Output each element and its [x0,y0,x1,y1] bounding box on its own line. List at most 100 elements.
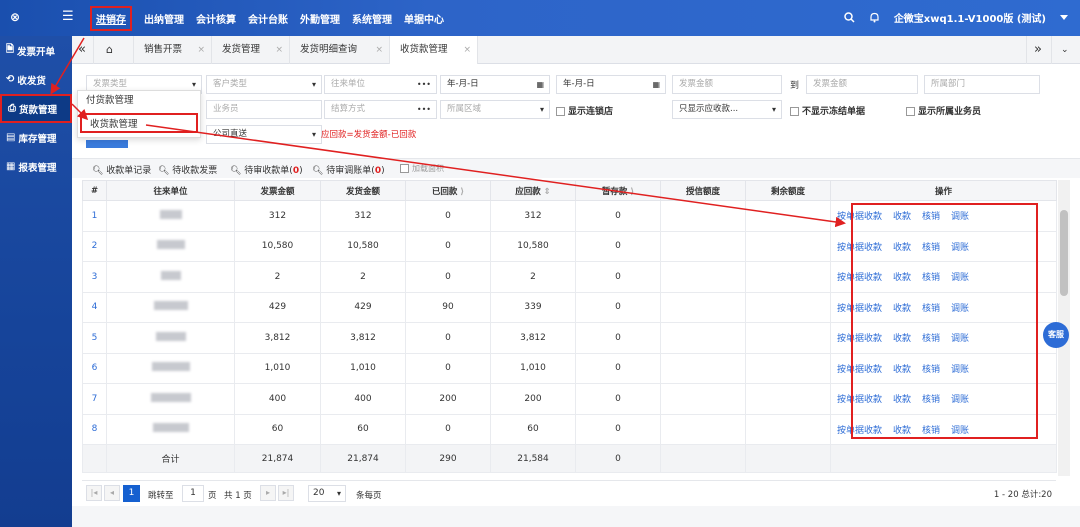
table-row[interactable]: 4 429 429 90 339 0 按单据收款 收款 核销 调账 [82,291,1057,323]
customer-service-button[interactable]: 客服 [1043,322,1069,348]
current-page[interactable]: 1 [123,485,140,502]
adjust-link[interactable]: 调账 [951,243,969,253]
sort-icon[interactable]: ⟩ [460,187,464,197]
table-row[interactable]: 8 60 60 0 60 0 按单据收款 收款 核销 调账 [82,413,1057,445]
table-row[interactable]: 1 312 312 0 312 0 按单据收款 收款 核销 调账 [82,200,1057,232]
region-select[interactable]: 所属区域 ▾ [440,100,550,119]
sort-icon[interactable]: ⟩ [630,187,634,197]
col-partner[interactable]: 往来单位 [106,180,235,201]
collect-link[interactable]: 收款 [893,273,911,283]
nav-field[interactable]: 外勤管理 [300,11,340,26]
date-to-input[interactable]: 年-月-日 ▦ [556,75,666,94]
search-button[interactable] [86,140,128,148]
adjust-link[interactable]: 调账 [951,365,969,375]
more-icon[interactable]: ••• [417,101,431,118]
chevron-down-icon[interactable]: ⌄ [1052,36,1080,64]
adjust-link[interactable]: 调账 [951,273,969,283]
collect-link[interactable]: 收款 [893,426,911,436]
col-due[interactable]: 应回款 ⇕ [490,180,576,201]
salesperson-input[interactable]: 业务员 [206,100,322,119]
first-page-icon[interactable]: |◂ [86,485,102,501]
bell-icon[interactable] [869,12,880,23]
collect-link[interactable]: 收款 [893,365,911,375]
collect-link[interactable]: 收款 [893,395,911,405]
write-off-link[interactable]: 核销 [922,365,940,375]
next-page-icon[interactable]: ▸ [260,485,276,501]
pending-receipt-link[interactable]: 🔍︎ 待审收款单(0) [230,163,303,176]
col-invoice-amount[interactable]: 发票金额 [234,180,321,201]
chain-store-checkbox[interactable]: 显示连锁店 [556,104,613,117]
adjust-link[interactable]: 调账 [951,304,969,314]
customer-type-select[interactable]: 客户类型 ▾ [206,75,322,94]
tab-sales-invoice[interactable]: 销售开票 × [134,36,212,64]
nav-system[interactable]: 系统管理 [352,11,392,26]
collect-by-document-link[interactable]: 按单据收款 [837,395,882,405]
last-page-icon[interactable]: ▸| [278,485,294,501]
sidebar-item-reports[interactable]: ▦ 报表管理 [0,152,72,181]
sidebar-item-payments[interactable]: ⎙ 货款管理 [0,94,72,123]
company-name[interactable]: 企微宝xwq1.1-V1000版 (测试) [894,10,1046,25]
collect-by-document-link[interactable]: 按单据收款 [837,365,882,375]
show-salesperson-checkbox[interactable]: 显示所属业务员 [906,104,981,117]
page-size-select[interactable]: 20 ▾ [308,485,346,502]
sidebar-item-stock[interactable]: ▤ 库存管理 [0,123,72,152]
collect-by-document-link[interactable]: 按单据收款 [837,426,882,436]
amount-to-input[interactable]: 发票金额 [806,75,918,94]
tab-receivables[interactable]: 收货款管理 × [390,36,478,64]
table-row[interactable]: 7 400 400 200 200 0 按单据收款 收款 核销 调账 [82,383,1057,415]
table-row[interactable]: 5 3,812 3,812 0 3,812 0 按单据收款 收款 核销 调账 [82,322,1057,354]
receivable-filter-select[interactable]: 只显示应收款... ▾ [672,100,782,119]
adjust-link[interactable]: 调账 [951,334,969,344]
collect-link[interactable]: 收款 [893,212,911,222]
calendar-icon[interactable]: ▦ [536,76,544,93]
write-off-link[interactable]: 核销 [922,304,940,314]
checkbox-box[interactable] [556,107,565,116]
collect-link[interactable]: 收款 [893,334,911,344]
amount-from-input[interactable]: 发票金额 [672,75,782,94]
settle-method-input[interactable]: 结算方式 ••• [324,100,437,119]
collect-by-document-link[interactable]: 按单据收款 [837,273,882,283]
tab-shipping[interactable]: 发货管理 × [212,36,290,64]
write-off-link[interactable]: 核销 [922,334,940,344]
receipt-records-link[interactable]: 🔍︎ 收款单记录 [92,163,151,176]
nav-cashier[interactable]: 出纳管理 [144,11,184,26]
calendar-icon[interactable]: ▦ [652,76,660,93]
sort-icon[interactable]: ⇕ [544,187,551,197]
company-select[interactable]: 公司直送 ▾ [206,125,322,144]
adjust-link[interactable]: 调账 [951,395,969,405]
department-input[interactable]: 所属部门 [924,75,1040,94]
pending-invoice-link[interactable]: 🔍︎ 待收款发票 [158,163,217,176]
col-remaining[interactable]: 剩余额度 [745,180,831,201]
sidebar-item-shipping[interactable]: ⟲ 收发货 [0,65,72,94]
col-credit[interactable]: 授信额度 [660,180,746,201]
write-off-link[interactable]: 核销 [922,243,940,253]
adjust-link[interactable]: 调账 [951,212,969,222]
nav-accounting[interactable]: 会计核算 [196,11,236,26]
partner-input[interactable]: 往来单位 ••• [324,75,437,94]
checkbox-box[interactable] [400,164,409,173]
nav-inventory[interactable]: 进销存 [90,5,132,31]
write-off-link[interactable]: 核销 [922,273,940,283]
dropdown-item-payables[interactable]: 付货款管理 [78,91,200,111]
write-off-link[interactable]: 核销 [922,212,940,222]
collect-by-document-link[interactable]: 按单据收款 [837,243,882,253]
col-temp[interactable]: 暂存款 ⟩ [575,180,661,201]
close-icon[interactable]: × [463,36,471,64]
no-frozen-checkbox[interactable]: 不显示冻结单据 [790,104,865,117]
close-icon[interactable]: × [197,36,205,64]
table-row[interactable]: 6 1,010 1,010 0 1,010 0 按单据收款 收款 核销 调账 [82,352,1057,384]
write-off-link[interactable]: 核销 [922,426,940,436]
nav-documents[interactable]: 单据中心 [404,11,444,26]
close-icon[interactable]: × [375,36,383,64]
collect-link[interactable]: 收款 [893,243,911,253]
pending-adjust-link[interactable]: 🔍︎ 待审调账单(0) [312,163,385,176]
collect-by-document-link[interactable]: 按单据收款 [837,304,882,314]
collect-by-document-link[interactable]: 按单据收款 [837,212,882,222]
sidebar-item-invoice[interactable]: 🗎 发票开单 [0,36,72,65]
menu-toggle-icon[interactable]: ☰ [62,9,74,24]
tabs-next-icon[interactable]: » [1026,36,1052,64]
col-paid[interactable]: 已回款 ⟩ [405,180,491,201]
table-row[interactable]: 2 10,580 10,580 0 10,580 0 按单据收款 收款 核销 调账 [82,230,1057,262]
goto-page-input[interactable]: 1 [182,485,204,502]
tab-shipping-detail[interactable]: 发货明细查询 × [290,36,390,64]
